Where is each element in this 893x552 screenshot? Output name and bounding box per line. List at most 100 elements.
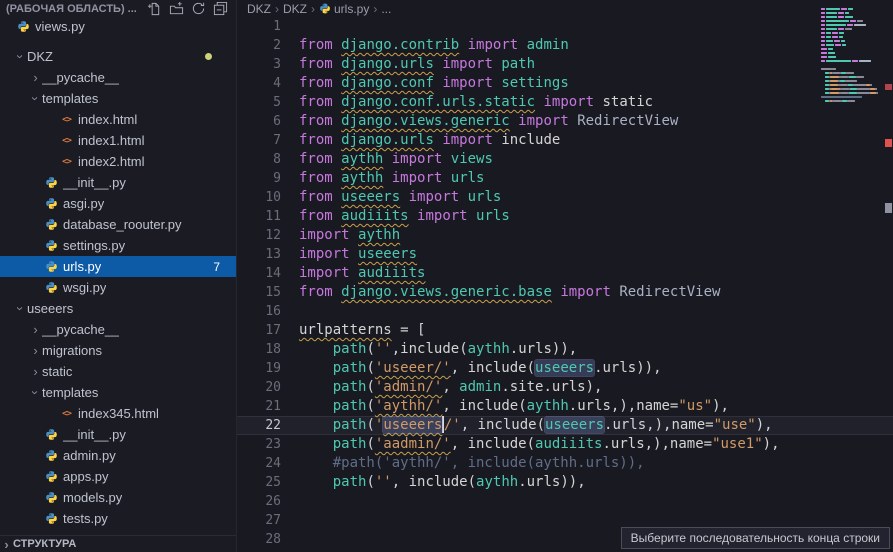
tree-folder-__pycache__[interactable]: ›__pycache__ bbox=[0, 319, 236, 340]
line-number[interactable]: 13 bbox=[237, 245, 281, 264]
code-line-11[interactable]: 11from audiiits import urls bbox=[237, 207, 893, 226]
line-number[interactable]: 2 bbox=[237, 36, 281, 55]
code-line-12[interactable]: 12import aythh bbox=[237, 226, 893, 245]
minimap[interactable] bbox=[821, 3, 879, 115]
tree-folder-useeers[interactable]: ›useeers bbox=[0, 298, 236, 319]
tree-file-index.html[interactable]: <>index.html bbox=[0, 109, 236, 130]
line-number[interactable]: 28 bbox=[237, 530, 281, 549]
tree-file-index345.html[interactable]: <>index345.html bbox=[0, 403, 236, 424]
line-number[interactable]: 12 bbox=[237, 226, 281, 245]
code-line-18[interactable]: 18 path('',include(aythh.urls)), bbox=[237, 340, 893, 359]
code-token bbox=[409, 208, 417, 224]
editor-pane: DKZ›DKZ›urls.py›... 12from django.contri… bbox=[237, 0, 893, 552]
code-line-15[interactable]: 15from django.views.generic.base import … bbox=[237, 283, 893, 302]
code-line-5[interactable]: 5from django.conf.urls.static import sta… bbox=[237, 93, 893, 112]
code-line-23[interactable]: 23 path('aadmin/', include(audiiits.urls… bbox=[237, 435, 893, 454]
tree-file-apps.py[interactable]: apps.py bbox=[0, 466, 236, 487]
code-token: django.contrib bbox=[341, 37, 459, 53]
breadcrumb-item[interactable]: ... bbox=[381, 2, 391, 16]
code-line-25[interactable]: 25 path('', include(aythh.urls)), bbox=[237, 473, 893, 492]
code-line-3[interactable]: 3from django.urls import path bbox=[237, 55, 893, 74]
code-line-22[interactable]: 22 path('useeers/', include(useeers.urls… bbox=[237, 416, 893, 435]
line-content: path('aadmin/', include(audiiits.urls,),… bbox=[281, 435, 780, 454]
code-line-8[interactable]: 8from aythh import views bbox=[237, 150, 893, 169]
tree-file-tests.py[interactable]: tests.py bbox=[0, 508, 236, 529]
line-number[interactable]: 14 bbox=[237, 264, 281, 283]
line-number[interactable]: 7 bbox=[237, 131, 281, 150]
line-content bbox=[281, 492, 299, 511]
code-token: from bbox=[299, 132, 333, 148]
code-line-13[interactable]: 13import useeers bbox=[237, 245, 893, 264]
overview-ruler[interactable] bbox=[884, 0, 893, 552]
tree-file-views.py[interactable]: views.py bbox=[0, 16, 236, 36]
code-line-24[interactable]: 24 #path('aythh/', include(aythh.urls)), bbox=[237, 454, 893, 473]
new-folder-icon[interactable] bbox=[169, 1, 184, 16]
line-number[interactable]: 25 bbox=[237, 473, 281, 492]
code-token: from bbox=[299, 75, 333, 91]
line-number[interactable]: 16 bbox=[237, 302, 281, 321]
new-file-icon[interactable] bbox=[147, 1, 162, 16]
line-number[interactable]: 6 bbox=[237, 112, 281, 131]
line-number[interactable]: 3 bbox=[237, 55, 281, 74]
line-number[interactable]: 18 bbox=[237, 340, 281, 359]
refresh-icon[interactable] bbox=[191, 1, 206, 16]
line-number[interactable]: 15 bbox=[237, 283, 281, 302]
explorer-section-header[interactable]: (РАБОЧАЯ ОБЛАСТЬ) ... bbox=[0, 0, 236, 16]
chevron-right-icon: › bbox=[0, 538, 13, 551]
breadcrumb-item[interactable]: urls.py bbox=[319, 2, 369, 16]
tree-file-asgi.py[interactable]: asgi.py bbox=[0, 193, 236, 214]
tree-folder-templates[interactable]: ›templates bbox=[0, 88, 236, 109]
tree-file-settings.py[interactable]: settings.py bbox=[0, 235, 236, 256]
line-number[interactable]: 19 bbox=[237, 359, 281, 378]
code-line-2[interactable]: 2from django.contrib import admin bbox=[237, 36, 893, 55]
code-line-10[interactable]: 10from useeers import urls bbox=[237, 188, 893, 207]
line-number[interactable]: 5 bbox=[237, 93, 281, 112]
line-number[interactable]: 8 bbox=[237, 150, 281, 169]
tree-folder-static[interactable]: ›static bbox=[0, 361, 236, 382]
tree-file-models.py[interactable]: models.py bbox=[0, 487, 236, 508]
line-number[interactable]: 9 bbox=[237, 169, 281, 188]
code-line-26[interactable]: 26 bbox=[237, 492, 893, 511]
line-number[interactable]: 20 bbox=[237, 378, 281, 397]
tree-file-urls.py[interactable]: urls.py7 bbox=[0, 256, 236, 277]
line-number[interactable]: 22 bbox=[237, 416, 281, 435]
tree-file-wsgi.py[interactable]: wsgi.py bbox=[0, 277, 236, 298]
tree-folder-migrations[interactable]: ›migrations bbox=[0, 340, 236, 361]
tree-item-label: templates bbox=[42, 385, 98, 400]
tree-folder-__pycache__[interactable]: ›__pycache__ bbox=[0, 67, 236, 88]
code-line-9[interactable]: 9from aythh import urls bbox=[237, 169, 893, 188]
line-number[interactable]: 21 bbox=[237, 397, 281, 416]
tree-file-database_roouter.py[interactable]: database_roouter.py bbox=[0, 214, 236, 235]
outline-section-header[interactable]: › СТРУКТУРА bbox=[0, 535, 236, 552]
line-number[interactable]: 26 bbox=[237, 492, 281, 511]
code-line-1[interactable]: 1 bbox=[237, 17, 893, 36]
line-number[interactable]: 24 bbox=[237, 454, 281, 473]
line-number[interactable]: 23 bbox=[237, 435, 281, 454]
tree-file-__init__.py[interactable]: __init__.py bbox=[0, 172, 236, 193]
line-number[interactable]: 1 bbox=[237, 17, 281, 36]
code-line-14[interactable]: 14import audiiits bbox=[237, 264, 893, 283]
code-line-19[interactable]: 19 path('useeer/', include(useeers.urls)… bbox=[237, 359, 893, 378]
tree-folder-DKZ[interactable]: ›DKZ bbox=[0, 46, 236, 67]
line-number[interactable]: 4 bbox=[237, 74, 281, 93]
breadcrumb-item[interactable]: DKZ bbox=[247, 2, 271, 16]
code-line-17[interactable]: 17urlpatterns = [ bbox=[237, 321, 893, 340]
code-line-7[interactable]: 7from django.urls import include bbox=[237, 131, 893, 150]
breadcrumb-item[interactable]: DKZ bbox=[283, 2, 307, 16]
code-line-16[interactable]: 16 bbox=[237, 302, 893, 321]
collapse-all-icon[interactable] bbox=[213, 1, 228, 16]
line-number[interactable]: 11 bbox=[237, 207, 281, 226]
line-number[interactable]: 10 bbox=[237, 188, 281, 207]
code-line-6[interactable]: 6from django.views.generic import Redire… bbox=[237, 112, 893, 131]
tree-file-__init__.py[interactable]: __init__.py bbox=[0, 424, 236, 445]
code-line-4[interactable]: 4from django.conf import settings bbox=[237, 74, 893, 93]
tree-file-index2.html[interactable]: <>index2.html bbox=[0, 151, 236, 172]
line-number[interactable]: 27 bbox=[237, 511, 281, 530]
code-line-20[interactable]: 20 path('admin/', admin.site.urls), bbox=[237, 378, 893, 397]
tree-file-index1.html[interactable]: <>index1.html bbox=[0, 130, 236, 151]
code-line-21[interactable]: 21 path('aythh/', include(aythh.urls,),n… bbox=[237, 397, 893, 416]
line-number[interactable]: 17 bbox=[237, 321, 281, 340]
tree-file-admin.py[interactable]: admin.py bbox=[0, 445, 236, 466]
tree-folder-templates[interactable]: ›templates bbox=[0, 382, 236, 403]
code-area[interactable]: 12from django.contrib import admin3from … bbox=[237, 17, 893, 552]
